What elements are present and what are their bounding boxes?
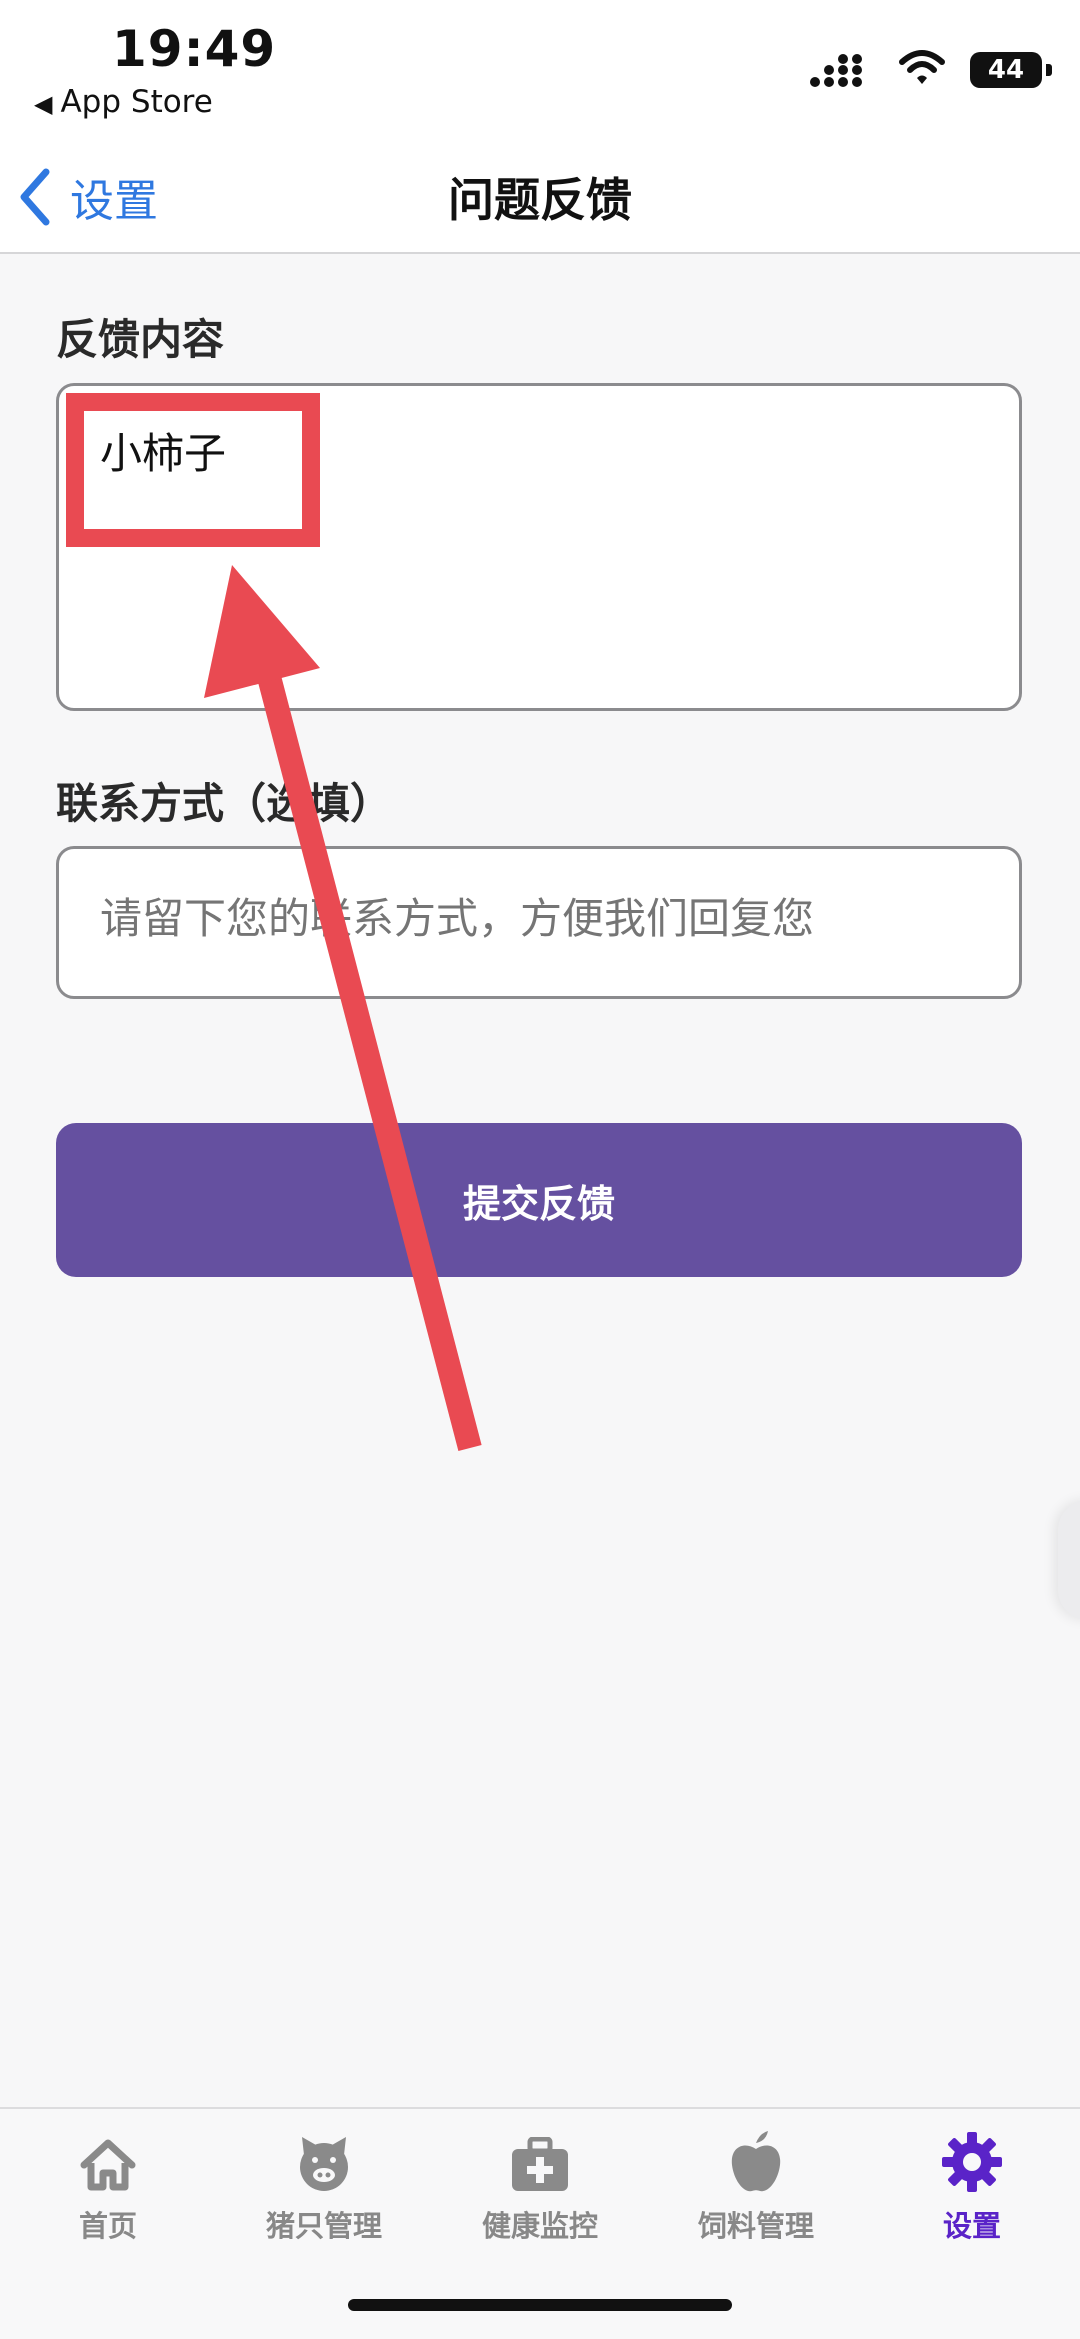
home-icon xyxy=(80,2139,136,2191)
tab-pig-management[interactable]: 猪只管理 xyxy=(216,2129,432,2249)
assistive-touch-handle[interactable] xyxy=(1058,1500,1080,1620)
tab-health-monitoring[interactable]: 健康监控 xyxy=(432,2129,648,2249)
tab-settings[interactable]: 设置 xyxy=(864,2129,1080,2249)
pig-icon xyxy=(300,2137,348,2191)
tab-label: 设置 xyxy=(942,2209,1001,2243)
tab-label: 饲料管理 xyxy=(697,2209,814,2243)
medical-kit-icon xyxy=(512,2137,568,2191)
tab-home[interactable]: 首页 xyxy=(0,2129,216,2249)
tab-label: 首页 xyxy=(78,2209,137,2243)
tab-label: 健康监控 xyxy=(481,2209,598,2243)
annotation-arrow-icon xyxy=(204,565,482,1452)
apple-icon xyxy=(731,2131,781,2192)
home-indicator xyxy=(348,2299,732,2311)
tab-label: 猪只管理 xyxy=(265,2209,382,2243)
gear-icon xyxy=(942,2132,1002,2192)
tab-feed-management[interactable]: 饲料管理 xyxy=(648,2129,864,2249)
